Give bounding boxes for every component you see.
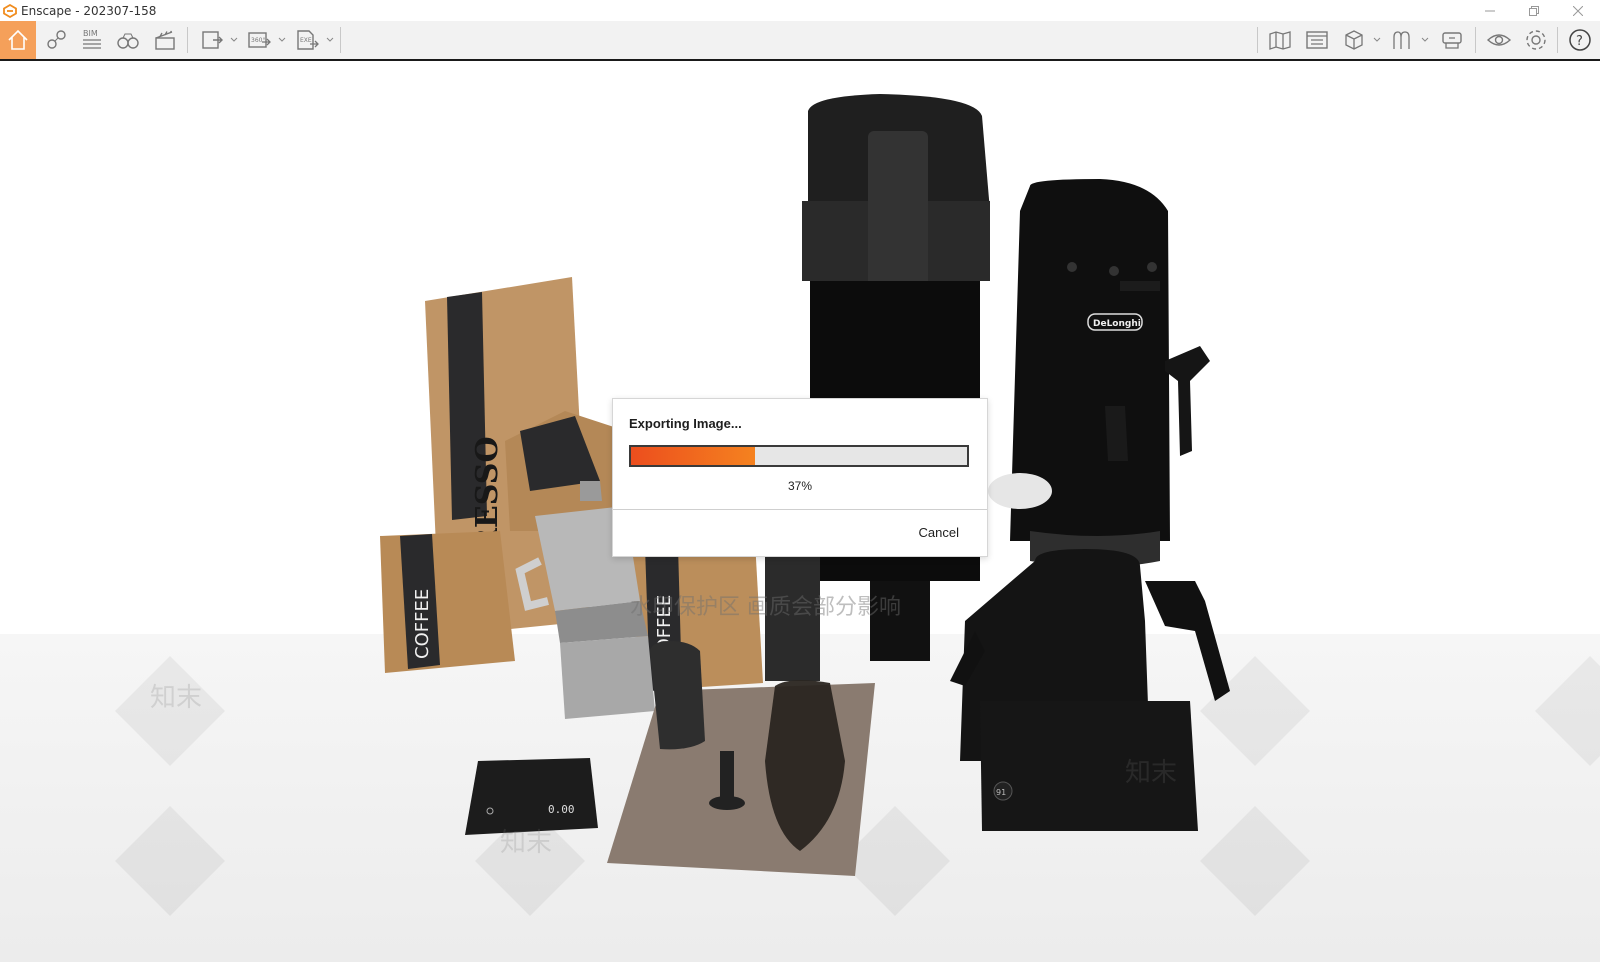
views-icon (47, 30, 66, 49)
title-bar: Enscape - 202307-158 (0, 0, 1600, 21)
exe-export-dropdown[interactable] (325, 33, 335, 47)
home-button[interactable] (0, 21, 36, 59)
render-image-dropdown[interactable] (229, 33, 239, 47)
help-button[interactable]: ? (1562, 21, 1598, 59)
watermark-logo: 知末 (500, 828, 552, 858)
progress-fill (631, 447, 756, 465)
cube-button[interactable] (1336, 21, 1372, 59)
export-progress-dialog: Exporting Image... 37% Cancel (612, 398, 988, 557)
coffee-scale: 0.00 (465, 758, 598, 835)
chevron-down-icon (230, 37, 238, 42)
settings-icon (1526, 30, 1546, 50)
coffee-bag-left: COFFEE (380, 531, 515, 673)
minimize-icon (1485, 10, 1495, 11)
video-editor-button[interactable] (147, 21, 183, 59)
toolbar-separator (187, 27, 188, 53)
material-editor-button[interactable] (1384, 21, 1420, 59)
toolbar-separator (1557, 27, 1558, 53)
enscape-logo-icon (3, 3, 17, 18)
chevron-down-icon (326, 37, 334, 42)
cloud-upload-icon (1442, 32, 1462, 49)
binoculars-button[interactable] (110, 21, 146, 59)
dialog-divider (613, 509, 987, 510)
svg-text:BIM: BIM (83, 29, 98, 38)
bag-label-coffee-left: COFFEE (412, 589, 433, 659)
map-button[interactable] (1262, 21, 1298, 59)
material-editor-icon (1393, 31, 1410, 49)
restore-icon (1529, 5, 1539, 16)
watermark-text: 水印保护区 画质会部分影响 (630, 595, 901, 620)
eye-icon (1486, 34, 1512, 46)
svg-text:EXE: EXE (300, 37, 312, 44)
clapperboard-icon (155, 30, 175, 50)
chevron-down-icon (1421, 37, 1429, 42)
bim-button[interactable]: BIM (74, 21, 110, 59)
cube-icon (1345, 30, 1363, 50)
svg-text:360°: 360° (251, 37, 265, 44)
main-toolbar: BIM 360° EXE ? (0, 21, 1600, 75)
cancel-button[interactable]: Cancel (919, 525, 959, 540)
render-image-button[interactable] (194, 21, 230, 59)
toolbar-separator (1475, 27, 1476, 53)
scale-display: 0.00 (548, 803, 575, 816)
material-editor-dropdown[interactable] (1420, 33, 1430, 47)
toolbar-separator (340, 27, 341, 53)
chevron-down-icon (278, 37, 286, 42)
restore-button[interactable] (1512, 0, 1556, 21)
kettle-display: 91 (996, 788, 1006, 797)
help-icon: ? (1569, 29, 1591, 51)
map-icon (1269, 31, 1291, 50)
visibility-button[interactable] (1481, 21, 1517, 59)
upload-button[interactable] (1434, 21, 1470, 59)
espresso-machine: DeLonghi 91 (950, 179, 1230, 831)
carafe-airpot (802, 94, 990, 661)
render-image-icon (202, 31, 223, 49)
toolbar-separator (1257, 27, 1258, 53)
dialog-title: Exporting Image... (629, 416, 742, 431)
exe-export-icon: EXE (297, 30, 319, 50)
panorama-button[interactable]: 360° (241, 21, 277, 59)
views-button[interactable] (38, 21, 74, 59)
watermark-logo: 知末 (150, 683, 202, 713)
export-progress-bar (629, 445, 969, 467)
close-button[interactable] (1556, 0, 1600, 21)
chevron-down-icon (1373, 37, 1381, 42)
svg-text:?: ? (1576, 34, 1583, 49)
window-title: Enscape - 202307-158 (21, 3, 157, 18)
close-icon (1573, 5, 1583, 16)
progress-percent: 37% (787, 479, 813, 493)
settings-button[interactable] (1518, 21, 1554, 59)
watermark-logo: 知末 (1125, 758, 1177, 788)
asset-library-icon (1306, 31, 1328, 49)
asset-library-button[interactable] (1299, 21, 1335, 59)
home-icon (8, 29, 28, 50)
cube-dropdown[interactable] (1372, 33, 1382, 47)
panorama-icon: 360° (248, 32, 271, 48)
bim-icon: BIM (83, 29, 101, 49)
panorama-dropdown[interactable] (277, 33, 287, 47)
binoculars-icon (117, 33, 139, 49)
brand-label: DeLonghi (1093, 319, 1141, 329)
exe-export-button[interactable]: EXE (289, 21, 325, 59)
minimize-button[interactable] (1468, 0, 1512, 21)
